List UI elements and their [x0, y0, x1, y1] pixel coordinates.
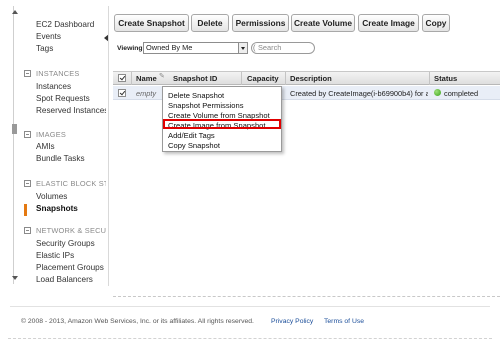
column-header-capacity[interactable]: Capacity: [247, 74, 279, 83]
sidebar-item-tags[interactable]: Tags: [36, 44, 53, 53]
sidebar-item-placement-groups[interactable]: Placement Groups: [36, 263, 104, 272]
sidebar-item-snapshots[interactable]: Snapshots: [36, 204, 78, 213]
create-image-button[interactable]: Create Image: [358, 14, 419, 32]
row-status: completed: [444, 89, 479, 98]
footer-copyright: © 2008 - 2013, Amazon Web Services, Inc.…: [21, 318, 254, 325]
sidebar-item-reserved-instances[interactable]: Reserved Instances: [36, 106, 106, 115]
search-placeholder: Search: [258, 43, 282, 52]
select-all-checkbox[interactable]: [118, 74, 126, 82]
table-header: Name ✎ Snapshot ID Capacity Description …: [113, 71, 500, 85]
column-separator: [131, 72, 132, 85]
menu-item-add-edit-tags[interactable]: Add/Edit Tags: [168, 131, 215, 140]
section-title-elastic-block-store[interactable]: ELASTIC BLOCK STOI: [36, 179, 106, 188]
dropdown-caret-icon[interactable]: [238, 43, 247, 53]
bottom-edge: [8, 338, 492, 339]
sidebar-scrollbar[interactable]: [12, 6, 18, 284]
copy-button[interactable]: Copy: [422, 14, 450, 32]
sidebar-item-volumes[interactable]: Volumes: [36, 192, 67, 201]
sidebar-item-events[interactable]: Events: [36, 32, 61, 41]
section-title-images[interactable]: IMAGES: [36, 130, 66, 139]
row-name: empty: [136, 89, 157, 98]
sidebar-item-spot-requests[interactable]: Spot Requests: [36, 94, 90, 103]
menu-item-delete-snapshot[interactable]: Delete Snapshot: [168, 91, 224, 100]
sidebar-item-ec2-dashboard[interactable]: EC2 Dashboard: [36, 20, 94, 29]
scroll-down-arrow-icon[interactable]: [12, 276, 18, 280]
row-checkbox[interactable]: [118, 89, 126, 97]
status-completed-icon: [434, 89, 441, 96]
edit-name-icon[interactable]: ✎: [159, 73, 165, 80]
menu-item-snapshot-permissions[interactable]: Snapshot Permissions: [168, 101, 244, 110]
sidebar-divider: [108, 6, 109, 286]
highlight-box: [163, 119, 281, 129]
owner-filter-value: Owned By Me: [146, 43, 193, 52]
table-bottom-strip: [113, 296, 500, 300]
column-header-snapshot-id[interactable]: Snapshot ID: [173, 74, 217, 83]
column-header-status[interactable]: Status: [434, 74, 457, 83]
column-header-name[interactable]: Name: [136, 74, 157, 83]
search-input[interactable]: Search: [251, 42, 315, 54]
column-separator: [429, 72, 430, 85]
menu-item-copy-snapshot[interactable]: Copy Snapshot: [168, 141, 220, 150]
delete-button[interactable]: Delete: [191, 14, 229, 32]
collapse-section-icon[interactable]: [24, 180, 31, 187]
column-header-description[interactable]: Description: [290, 74, 332, 83]
sidebar-item-security-groups[interactable]: Security Groups: [36, 239, 95, 248]
collapse-section-icon[interactable]: [24, 131, 31, 138]
viewing-label: Viewing:: [117, 45, 145, 52]
permissions-button[interactable]: Permissions: [232, 14, 289, 32]
sidebar-item-bundle-tasks[interactable]: Bundle Tasks: [36, 154, 85, 163]
section-title-network-security[interactable]: NETWORK & SECURI: [36, 226, 106, 235]
scroll-up-arrow-icon[interactable]: [12, 10, 18, 14]
column-separator: [241, 72, 242, 85]
owner-filter-select[interactable]: Owned By Me: [143, 42, 248, 54]
sidebar-item-elastic-ips[interactable]: Elastic IPs: [36, 251, 74, 260]
column-separator: [285, 72, 286, 85]
collapse-section-icon[interactable]: [24, 227, 31, 234]
privacy-policy-link[interactable]: Privacy Policy: [271, 318, 313, 325]
sidebar-item-instances[interactable]: Instances: [36, 82, 71, 91]
terms-of-use-link[interactable]: Terms of Use: [324, 318, 364, 325]
footer-divider: [10, 306, 490, 307]
sidebar-nav: EC2 Dashboard Events Tags INSTANCES Inst…: [20, 6, 106, 284]
create-volume-button[interactable]: Create Volume: [291, 14, 355, 32]
active-item-indicator: [24, 204, 27, 216]
section-title-instances[interactable]: INSTANCES: [36, 69, 80, 78]
scroll-thumb[interactable]: [12, 124, 17, 134]
sidebar-item-amis[interactable]: AMIs: [36, 142, 55, 151]
create-snapshot-button[interactable]: Create Snapshot: [114, 14, 189, 32]
collapse-section-icon[interactable]: [24, 70, 31, 77]
row-description: Created by CreateImage(i-b69900b4) for a…: [290, 89, 428, 98]
sidebar-item-load-balancers[interactable]: Load Balancers: [36, 275, 93, 284]
